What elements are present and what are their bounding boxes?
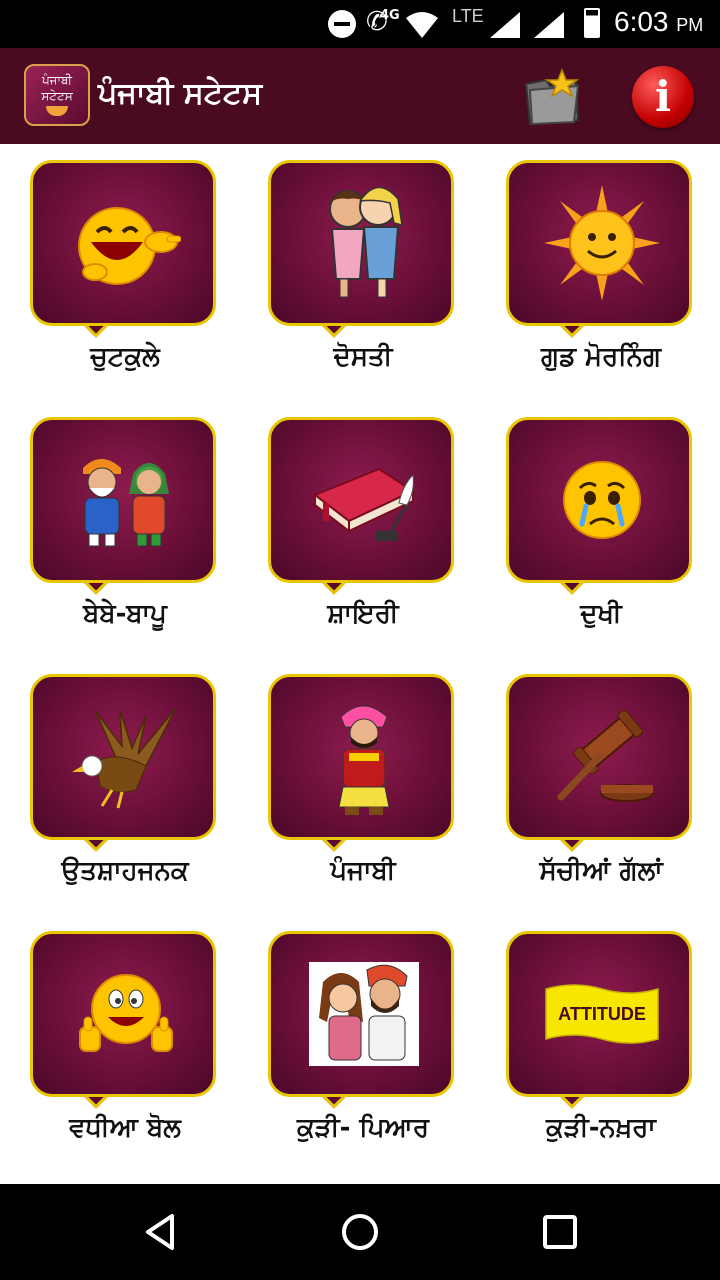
tile-label: ਪੰਜਾਬੀ	[330, 856, 396, 886]
category-grid: ਚੁਟਕੁਲੇ ਦੋਸਤੀ ਗੁਡ ਮੋਰਨਿੰਗ ਬੇਬੇ-ਬਾਪੂ ਸ਼ਾਇ…	[0, 144, 720, 1184]
tile-background	[506, 417, 692, 583]
clock-time: 6:03	[614, 6, 669, 37]
tile-label: ਬੇਬੇ-ਬਾਪੂ	[83, 599, 167, 629]
crying-emoji-icon	[529, 430, 675, 570]
app-bar: ਪੰਜਾਬੀ ਸਟੇਟਸ ਪੰਜਾਬੀ ਸਟੇਟਸ i	[0, 48, 720, 144]
diya-lamp-icon	[46, 106, 68, 116]
category-tile-good-morning[interactable]: ਗੁਡ ਮੋਰਨਿੰਗ	[496, 144, 696, 384]
favorites-folder-icon[interactable]	[522, 68, 582, 126]
status-bar: ✆ 4G LTE 6:03 PM	[0, 0, 720, 48]
tile-background: ATTITUDE	[506, 931, 692, 1097]
network-lte-label: LTE	[452, 6, 484, 26]
signal-icon	[534, 12, 564, 38]
app-title: ਪੰਜਾਬੀ ਸਟੇਟਸ	[98, 76, 263, 111]
category-tile-friendship[interactable]: ਦੋਸਤੀ	[258, 144, 458, 384]
battery-icon	[584, 8, 600, 38]
sun-icon	[529, 173, 675, 313]
back-icon[interactable]	[136, 1208, 184, 1256]
tile-label: ਸੱਚੀਆਂ ਗੱਲਾਂ	[539, 856, 663, 886]
attitude-flag-icon: ATTITUDE	[529, 944, 675, 1084]
tile-background	[268, 931, 454, 1097]
category-tile-girl-love[interactable]: ਕੁੜੀ- ਪਿਆਰ	[258, 915, 458, 1155]
system-nav-bar	[0, 1184, 720, 1280]
category-tile-true-talks[interactable]: ਸੱਚੀਆਂ ਗੱਲਾਂ	[496, 658, 696, 898]
tile-background	[506, 160, 692, 326]
home-icon[interactable]	[336, 1208, 384, 1256]
book-quill-icon	[291, 430, 437, 570]
tile-label: ਵਧੀਆ ਬੋਲ	[69, 1113, 181, 1143]
tile-label: ਚੁਟਕੁਲੇ	[90, 342, 160, 372]
app-logo: ਪੰਜਾਬੀ ਸਟੇਟਸ	[24, 64, 90, 126]
clock: 6:03 PM	[614, 6, 703, 38]
tile-label: ਕੁੜੀ- ਪਿਆਰ	[297, 1113, 429, 1143]
tile-background	[30, 674, 216, 840]
tile-background	[268, 160, 454, 326]
tile-label: ਉਤਸ਼ਾਹਜਨਕ	[61, 856, 189, 886]
tile-background	[30, 417, 216, 583]
eagle-icon	[53, 687, 199, 827]
tile-label: ਦੁਖੀ	[580, 599, 622, 629]
couple-icon	[53, 430, 199, 570]
love-couple-icon	[291, 944, 437, 1084]
category-tile-girl-attitude[interactable]: ATTITUDE ਕੁੜੀ-ਨਖ਼ਰਾ	[496, 915, 696, 1155]
category-tile-sad[interactable]: ਦੁਖੀ	[496, 401, 696, 641]
category-tile-good-words[interactable]: ਵਧੀਆ ਬੋਲ	[20, 915, 220, 1155]
category-tile-motivational[interactable]: ਉਤਸ਼ਾਹਜਨਕ	[20, 658, 220, 898]
category-tile-jokes[interactable]: ਚੁਟਕੁਲੇ	[20, 144, 220, 384]
category-tile-poetry[interactable]: ਸ਼ਾਇਰੀ	[258, 401, 458, 641]
info-icon[interactable]: i	[632, 66, 694, 128]
gavel-icon	[529, 687, 675, 827]
signal-icon	[490, 12, 520, 38]
do-not-disturb-icon	[328, 10, 356, 38]
tile-background	[268, 417, 454, 583]
tile-label: ਕੁੜੀ-ਨਖ਼ਰਾ	[546, 1113, 656, 1143]
tile-background	[268, 674, 454, 840]
wifi-icon	[406, 12, 438, 38]
laughing-emoji-icon	[53, 173, 199, 313]
tile-label: ਸ਼ਾਇਰੀ	[327, 599, 399, 629]
network-4g-label: 4G	[380, 8, 400, 23]
tile-label: ਗੁਡ ਮੋਰਨਿੰਗ	[541, 342, 661, 372]
tile-label: ਦੋਸਤੀ	[333, 342, 393, 372]
punjabi-man-icon	[291, 687, 437, 827]
friends-hug-icon	[291, 173, 437, 313]
app-logo-line2: ਸਟੇਟਸ	[41, 89, 73, 103]
tile-background	[30, 931, 216, 1097]
tile-background	[506, 674, 692, 840]
app-logo-line1: ਪੰਜਾਬੀ	[41, 73, 73, 87]
category-tile-parents[interactable]: ਬੇਬੇ-ਬਾਪੂ	[20, 401, 220, 641]
attitude-text: ATTITUDE	[558, 1004, 646, 1024]
recent-apps-icon[interactable]	[536, 1208, 584, 1256]
clock-ampm: PM	[676, 15, 704, 35]
tile-background	[30, 160, 216, 326]
category-tile-punjabi[interactable]: ਪੰਜਾਬੀ	[258, 658, 458, 898]
thumbs-up-emoji-icon	[53, 944, 199, 1084]
